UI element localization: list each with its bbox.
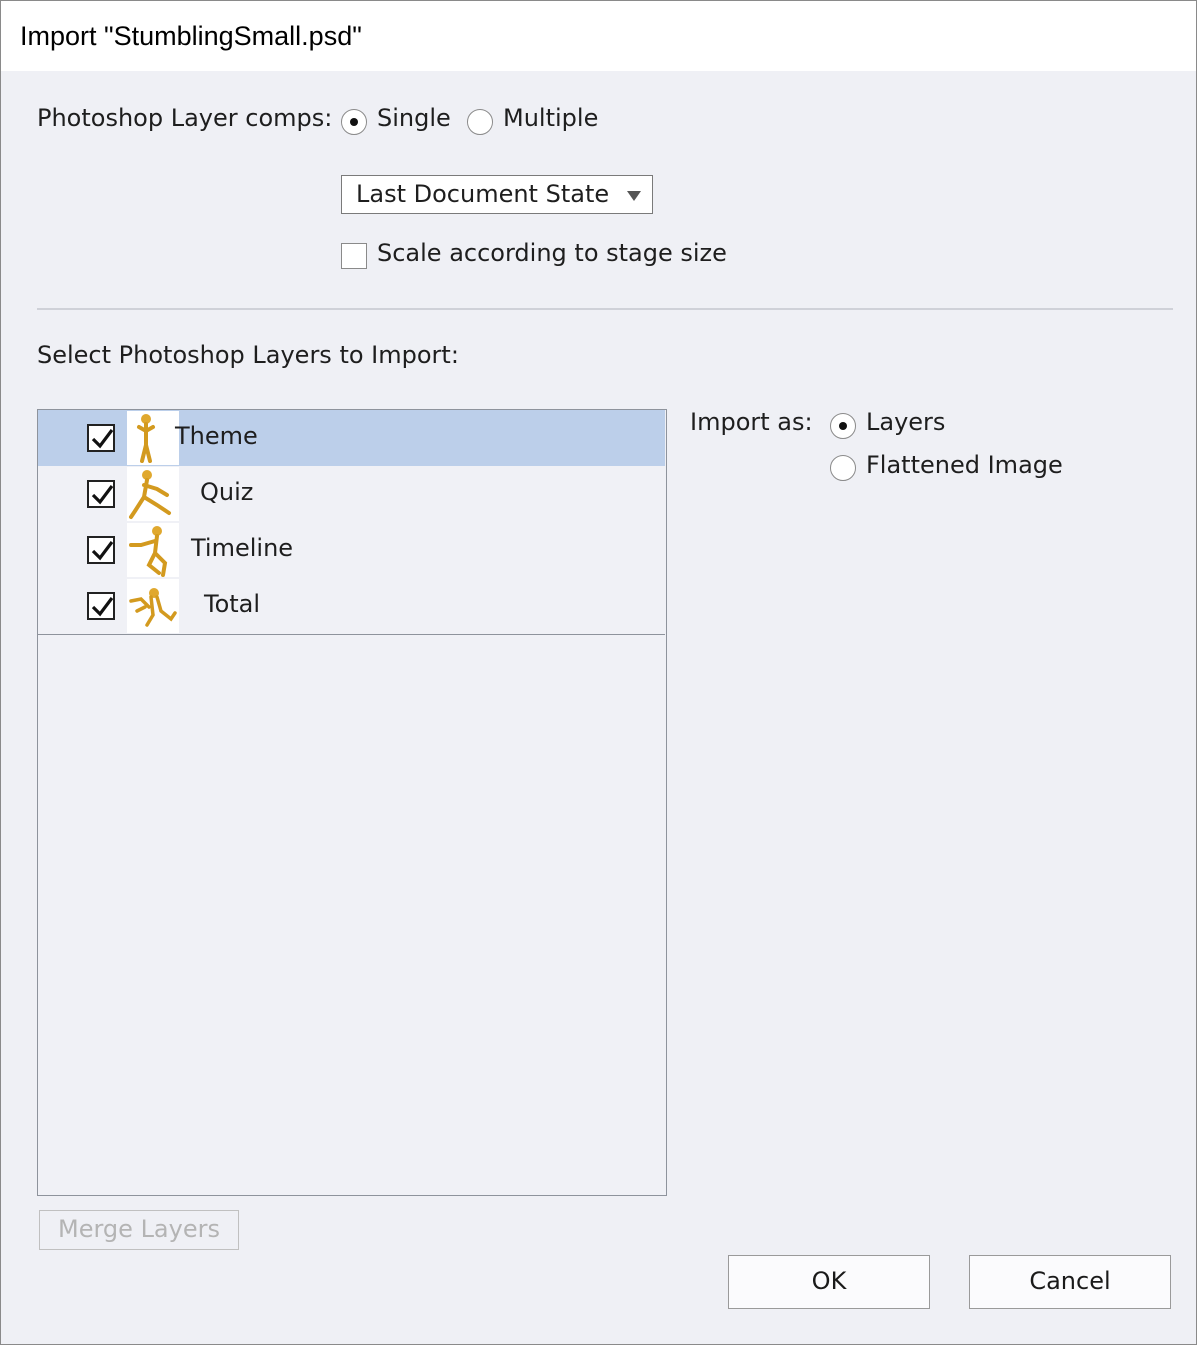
layer-name-theme: Theme <box>175 422 258 450</box>
stick-figure-running-thumbnail-icon <box>127 467 179 521</box>
scale-stage-checkbox[interactable] <box>341 243 367 269</box>
layer-checkbox-theme[interactable] <box>87 424 115 452</box>
stick-figure-stumbling-thumbnail-icon <box>127 523 179 577</box>
layer-checkbox-total[interactable] <box>87 592 115 620</box>
import-as-layers-radio[interactable] <box>830 413 856 439</box>
layer-row-timeline[interactable]: Timeline <box>38 522 665 579</box>
merge-layers-button[interactable]: Merge Layers <box>39 1210 239 1250</box>
multiple-radio-label[interactable]: Multiple <box>503 104 598 132</box>
import-as-layers-label[interactable]: Layers <box>866 408 945 436</box>
title-bar: Import "StumblingSmall.psd" <box>1 1 1196 71</box>
layer-name-total: Total <box>204 590 261 618</box>
stick-figure-standing-thumbnail-icon <box>127 411 179 465</box>
layer-checkbox-quiz[interactable] <box>87 480 115 508</box>
import-dialog: Import "StumblingSmall.psd" Photoshop La… <box>0 0 1197 1345</box>
cancel-button[interactable]: Cancel <box>969 1255 1171 1309</box>
single-radio[interactable] <box>341 109 367 135</box>
import-as-flattened-label[interactable]: Flattened Image <box>866 451 1063 479</box>
ok-button[interactable]: OK <box>728 1255 930 1309</box>
select-layers-label: Select Photoshop Layers to Import: <box>37 341 459 369</box>
chevron-down-icon <box>627 191 641 201</box>
layer-checkbox-timeline[interactable] <box>87 536 115 564</box>
layer-comp-dropdown[interactable]: Last Document State <box>341 175 653 214</box>
layer-comp-dropdown-value: Last Document State <box>356 180 610 208</box>
single-radio-label[interactable]: Single <box>377 104 451 132</box>
layer-comps-label: Photoshop Layer comps: <box>37 104 333 132</box>
multiple-radio[interactable] <box>467 109 493 135</box>
layer-name-quiz: Quiz <box>200 478 254 506</box>
import-as-label: Import as: <box>690 408 813 436</box>
dialog-title: Import "StumblingSmall.psd" <box>20 21 362 51</box>
import-as-flattened-radio[interactable] <box>830 455 856 481</box>
stick-figure-tangled-thumbnail-icon <box>127 579 179 633</box>
layer-list[interactable]: Theme Quiz Timeline Total <box>37 409 667 1196</box>
layer-row-total[interactable]: Total <box>38 578 665 635</box>
section-divider <box>37 308 1173 310</box>
layer-row-theme[interactable]: Theme <box>38 410 665 467</box>
scale-stage-label[interactable]: Scale according to stage size <box>377 239 727 267</box>
layer-row-quiz[interactable]: Quiz <box>38 466 665 523</box>
layer-name-timeline: Timeline <box>191 534 294 562</box>
